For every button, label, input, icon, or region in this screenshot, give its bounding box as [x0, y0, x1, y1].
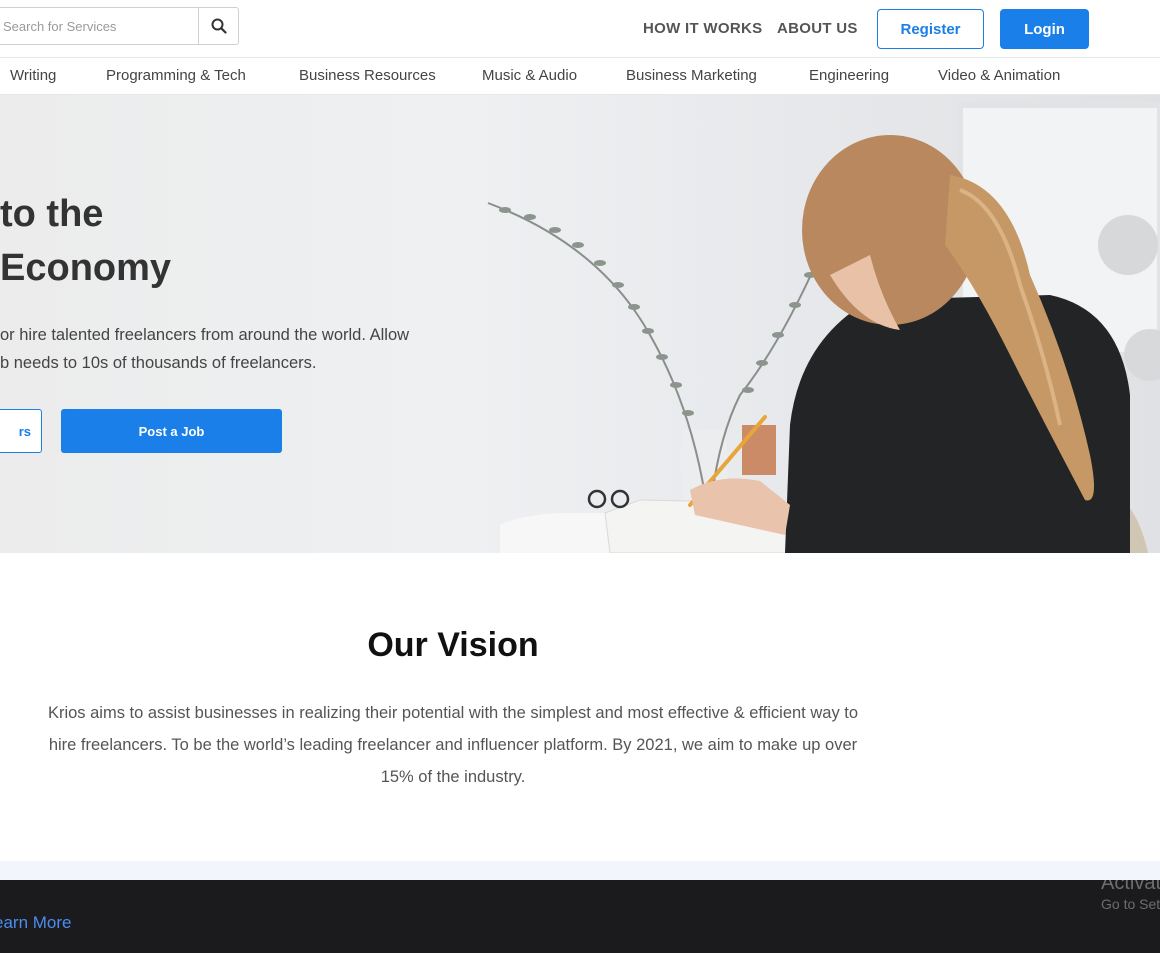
category-engineering[interactable]: Engineering — [809, 67, 889, 84]
hero-title-line-2: Economy — [0, 247, 172, 289]
search-button[interactable] — [198, 7, 239, 45]
hero-description-line-1: or hire talented freelancers from around… — [0, 326, 410, 344]
windows-activation-watermark: Activat Go to Set — [1101, 880, 1160, 953]
hero-banner: to the Economy or hire talented freelanc… — [0, 95, 1160, 553]
hero-title: to the Economy — [0, 187, 171, 295]
learn-more-link[interactable]: earn More — [0, 913, 71, 933]
search-bar — [0, 7, 239, 45]
find-freelancers-button[interactable]: rs — [0, 409, 42, 453]
post-a-job-button[interactable]: Post a Job — [61, 409, 282, 453]
category-business-marketing[interactable]: Business Marketing — [626, 67, 757, 84]
top-header: HOW IT WORKS ABOUT US Register Login — [0, 0, 1160, 58]
category-video-animation[interactable]: Video & Animation — [938, 67, 1060, 84]
hero-title-line-1: to the — [0, 193, 104, 235]
login-button[interactable]: Login — [1000, 9, 1089, 49]
footer: earn More Activat Go to Set — [0, 880, 1160, 953]
category-writing[interactable]: Writing — [10, 67, 56, 84]
category-music-audio[interactable]: Music & Audio — [482, 67, 577, 84]
nav-about-us[interactable]: ABOUT US — [777, 20, 858, 37]
activation-title: Activat — [1101, 880, 1160, 894]
category-nav: Writing Programming & Tech Business Reso… — [0, 59, 1160, 95]
activation-subtitle: Go to Set — [1101, 896, 1160, 912]
nav-how-it-works[interactable]: HOW IT WORKS — [643, 20, 762, 37]
search-input[interactable] — [0, 7, 198, 45]
vision-text: Krios aims to assist businesses in reali… — [47, 704, 859, 786]
category-business-resources[interactable]: Business Resources — [299, 67, 436, 84]
hero-description: or hire talented freelancers from around… — [0, 321, 450, 377]
hero-description-line-2: b needs to 10s of thousands of freelance… — [0, 354, 317, 372]
section-divider — [0, 861, 1160, 880]
search-icon — [211, 18, 227, 34]
vision-heading: Our Vision — [367, 626, 539, 664]
register-button[interactable]: Register — [877, 9, 984, 49]
category-programming-tech[interactable]: Programming & Tech — [106, 67, 246, 84]
